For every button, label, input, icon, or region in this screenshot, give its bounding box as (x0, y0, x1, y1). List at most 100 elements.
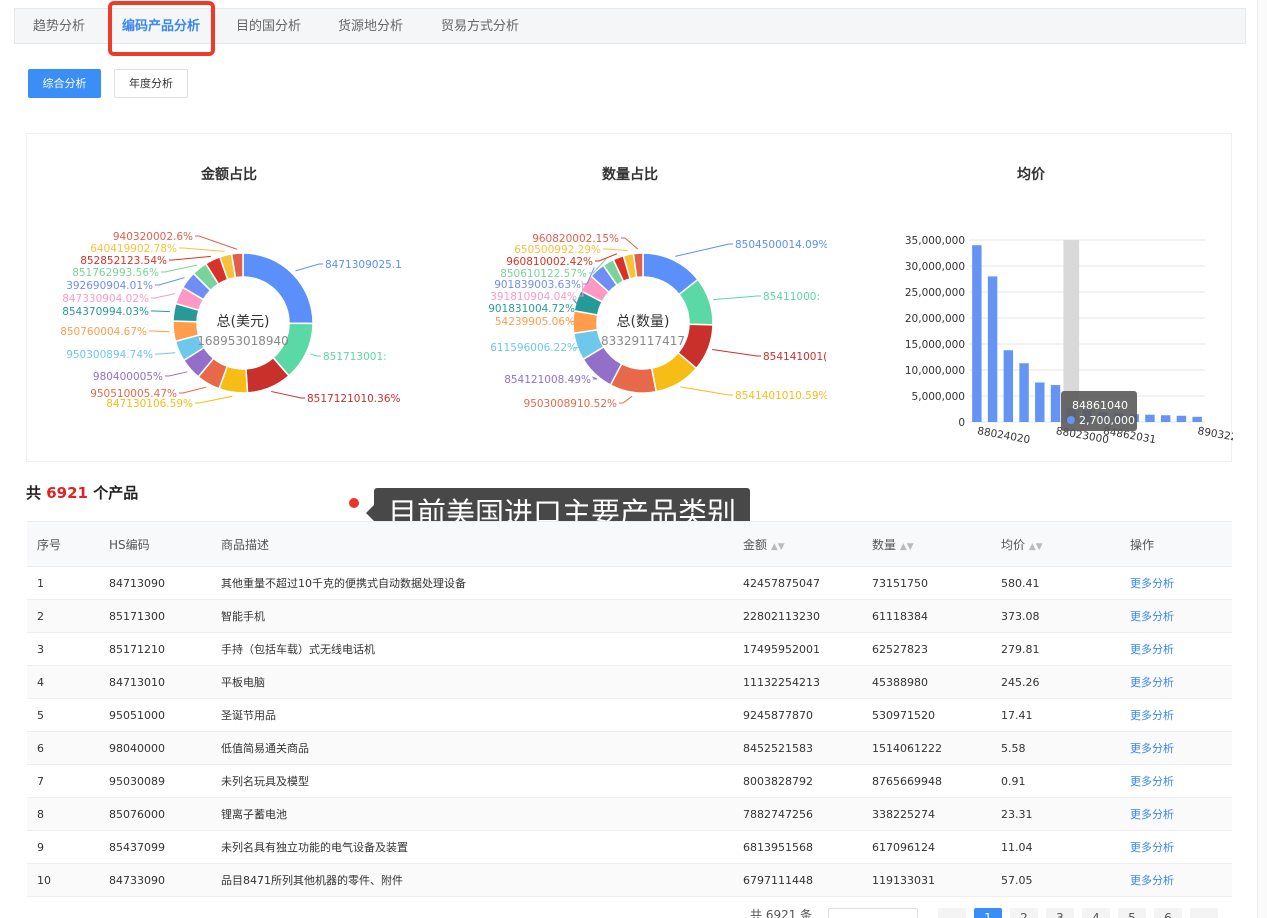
amount-center-value: 168953018940 (197, 334, 289, 348)
label-leader-line (712, 348, 761, 357)
col-amount[interactable]: 金额 ▲▼ (733, 521, 862, 567)
tab-hs-product[interactable]: 编码产品分析 (122, 9, 200, 44)
slice-label: 960810002.42% (506, 256, 593, 268)
more-analysis-link[interactable]: 更多分析 (1120, 566, 1232, 600)
overall-analysis-button[interactable]: 综合分析 (28, 69, 101, 98)
quantity-center-label: 总(数量) (617, 314, 670, 330)
col-quantity[interactable]: 数量 ▲▼ (862, 521, 991, 567)
row-hs-code: 84713090 (99, 566, 211, 600)
more-analysis-link[interactable]: 更多分析 (1120, 830, 1232, 864)
label-leader-line (295, 263, 323, 272)
slice-label: 392690904.01% (66, 280, 153, 292)
page-button[interactable]: 1 (974, 908, 1002, 918)
slice-label: 85411000: (763, 291, 820, 303)
table-row: 5 95051000 圣诞节用品 9245877870 530971520 17.41 更多… (27, 698, 1232, 732)
more-analysis-link[interactable]: 更多分析 (1120, 698, 1232, 732)
table-row: 9 85437099 未列名具有独立功能的电气设备及装置 6813951568 6170… (27, 830, 1232, 864)
y-tick-label: 5,000,000 (912, 391, 965, 403)
col-avg-price[interactable]: 均价 ▲▼ (991, 521, 1120, 567)
row-quantity: 8765669948 (862, 764, 991, 798)
slice-label: 847330904.02% (62, 293, 149, 305)
row-description: 低值简易通关商品 (211, 731, 733, 765)
row-hs-code: 85076000 (99, 797, 211, 831)
x-tick-label: 89032200 (1197, 425, 1233, 446)
y-tick-label: 10,000,000 (905, 365, 965, 377)
bar[interactable] (1176, 415, 1187, 422)
row-amount: 8003828792 (733, 764, 862, 798)
page-button[interactable]: 4 (1082, 908, 1110, 918)
row-quantity: 1514061222 (862, 731, 991, 765)
more-analysis-link[interactable]: 更多分析 (1120, 764, 1232, 798)
table-row: 6 98040000 低值简易通关商品 8452521583 1514061222 5.5… (27, 731, 1232, 765)
table-row: 7 95030089 未列名玩具及模型 8003828792 8765669948 0.9… (27, 764, 1232, 798)
slice-label: 901839003.63% (494, 279, 581, 291)
amount-center-label: 总(美元) (217, 314, 270, 330)
y-tick-label: 20,000,000 (905, 313, 965, 325)
slice-label: 8504500014.09% (735, 239, 827, 251)
row-avg-price: 5.58 (991, 731, 1120, 765)
row-index: 7 (27, 764, 99, 798)
more-analysis-link[interactable]: 更多分析 (1120, 665, 1232, 699)
bar[interactable] (1192, 416, 1202, 422)
more-analysis-link[interactable]: 更多分析 (1120, 632, 1232, 666)
row-quantity: 530971520 (862, 698, 991, 732)
next-page-button[interactable] (1190, 908, 1218, 918)
tab-trend[interactable]: 趋势分析 (33, 9, 85, 44)
slice-label: 851762993.56% (72, 267, 159, 279)
quantity-donut-chart: 8504500014.09% 85411000: 854141001(8541401… (488, 233, 827, 410)
page-button[interactable]: 5 (1118, 908, 1146, 918)
bar[interactable] (1019, 363, 1029, 422)
page-button[interactable]: 3 (1046, 908, 1074, 918)
table-row: 4 84713010 平板电脑 11132254213 45388980 245.26 更多… (27, 665, 1232, 699)
page-button[interactable]: 2 (1010, 908, 1038, 918)
row-quantity: 119133031 (862, 863, 991, 897)
bar[interactable] (972, 245, 982, 422)
label-leader-line (621, 237, 639, 250)
slice-label: 852852123.54% (80, 255, 167, 267)
table-row: 10 84733090 品目8471所列其他机器的零件、附件 6797111448 11… (27, 863, 1232, 897)
slice-label: 8541401010.59% (735, 390, 827, 402)
more-analysis-link[interactable]: 更多分析 (1120, 797, 1232, 831)
col-amount-label: 金额 (743, 537, 768, 552)
col-hs-code: HS编码 (99, 521, 211, 567)
annual-analysis-button[interactable]: 年度分析 (114, 69, 188, 98)
bar[interactable] (1003, 350, 1014, 422)
more-analysis-link[interactable]: 更多分析 (1120, 863, 1232, 897)
donut-slice[interactable] (242, 252, 314, 325)
bar[interactable] (1035, 382, 1045, 422)
row-amount: 11132254213 (733, 665, 862, 699)
prev-page-button[interactable] (938, 908, 966, 918)
sort-icon[interactable]: ▲▼ (900, 542, 914, 552)
annotation-dot (349, 498, 359, 508)
y-tick-label: 30,000,000 (905, 261, 965, 273)
tab-origin[interactable]: 货源地分析 (338, 9, 403, 44)
slice-label: 391810904.04% (490, 291, 577, 303)
row-description: 品目8471所列其他机器的零件、附件 (211, 863, 733, 897)
sort-icon[interactable]: ▲▼ (1029, 542, 1043, 552)
row-avg-price: 17.41 (991, 698, 1120, 732)
row-hs-code: 85171210 (99, 632, 211, 666)
more-analysis-link[interactable]: 更多分析 (1120, 731, 1232, 765)
row-index: 3 (27, 632, 99, 666)
bar[interactable] (1160, 415, 1171, 422)
analysis-tabs: 趋势分析 编码产品分析 目的国分析 货源地分析 贸易方式分析 (14, 8, 1246, 44)
bar[interactable] (987, 276, 998, 422)
label-leader-line (179, 247, 225, 252)
page-button[interactable]: 6 (1154, 908, 1182, 918)
table-header: 序号 HS编码 商品描述 金额 ▲▼ 数量 ▲▼ 均价 ▲▼ 操作 (27, 521, 1232, 567)
page-size-select[interactable] (828, 908, 918, 918)
label-leader-line (680, 386, 733, 396)
tab-destination[interactable]: 目的国分析 (236, 9, 301, 44)
slice-label: 854121008.49% (504, 374, 591, 386)
label-leader-line (713, 295, 761, 301)
sort-icon[interactable]: ▲▼ (771, 542, 785, 552)
page-scrollbar[interactable] (1257, 0, 1267, 918)
label-leader-line (310, 353, 321, 357)
tab-trade-mode[interactable]: 贸易方式分析 (441, 9, 519, 44)
slice-label: 54239905.06% (495, 316, 575, 328)
row-amount: 22802113230 (733, 599, 862, 633)
bar[interactable] (1050, 385, 1061, 422)
more-analysis-link[interactable]: 更多分析 (1120, 599, 1232, 633)
bar[interactable] (1145, 414, 1155, 422)
label-leader-line (165, 371, 188, 377)
